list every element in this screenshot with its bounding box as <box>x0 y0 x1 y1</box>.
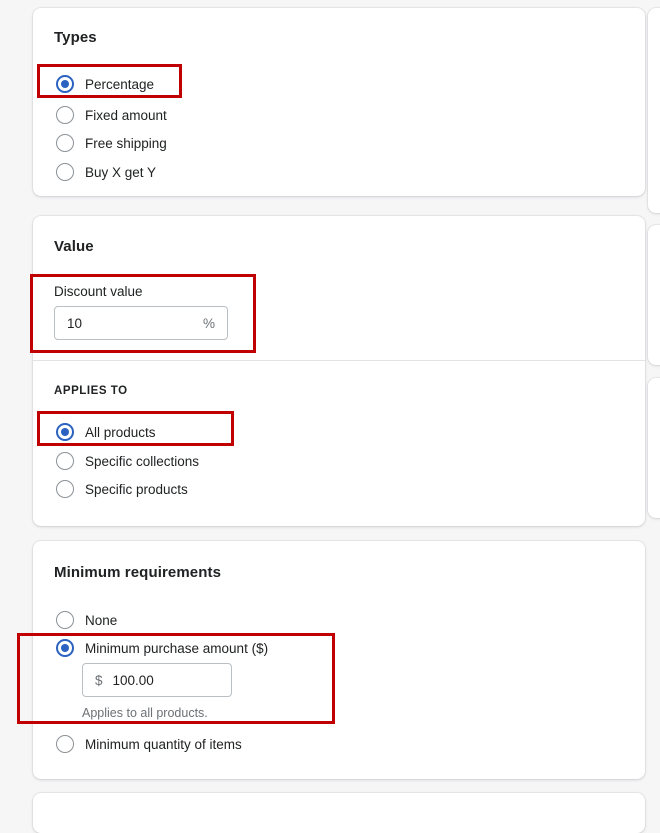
percent-suffix: % <box>202 315 215 331</box>
radio-label-free-shipping: Free shipping <box>85 135 167 151</box>
value-card: Value Discount value 10 % APPLIES TO All… <box>33 216 645 526</box>
radio-icon-selected[interactable] <box>56 75 74 93</box>
radio-icon-unselected[interactable] <box>56 611 74 629</box>
radio-label-none: None <box>85 612 118 628</box>
radio-option-specific-products[interactable]: Specific products <box>56 477 188 501</box>
radio-option-none[interactable]: None <box>56 608 117 632</box>
radio-label-minimum-purchase-amount: Minimum purchase amount ($) <box>85 640 269 656</box>
adjacent-card-top <box>648 8 660 213</box>
minimum-purchase-amount-field[interactable]: $ 100.00 <box>82 663 232 697</box>
applies-to-caption: APPLIES TO <box>54 385 128 397</box>
value-card-title: Value <box>54 238 94 255</box>
types-card-title: Types <box>54 29 97 46</box>
radio-label-buy-x-get-y: Buy X get Y <box>85 164 157 180</box>
radio-icon-unselected[interactable] <box>56 106 74 124</box>
radio-option-specific-collections[interactable]: Specific collections <box>56 449 199 473</box>
minimum-requirements-card-title: Minimum requirements <box>54 564 222 581</box>
currency-prefix: $ <box>95 672 103 688</box>
adjacent-card-bottom <box>648 378 660 518</box>
radio-label-fixed-amount: Fixed amount <box>85 107 167 123</box>
discount-value-field[interactable]: 10 % <box>54 306 228 340</box>
radio-label-percentage: Percentage <box>85 76 155 92</box>
radio-option-all-products[interactable]: All products <box>56 420 156 444</box>
radio-icon-unselected[interactable] <box>56 134 74 152</box>
next-card-partial <box>33 793 645 833</box>
types-card: Types Percentage Fixed amount Free shipp… <box>33 8 645 196</box>
value-card-divider <box>33 360 645 361</box>
radio-icon-selected[interactable] <box>56 423 74 441</box>
minimum-requirements-card: Minimum requirements None Minimum purcha… <box>33 541 645 779</box>
radio-option-buy-x-get-y[interactable]: Buy X get Y <box>56 160 156 184</box>
radio-option-minimum-quantity-of-items[interactable]: Minimum quantity of items <box>56 732 242 756</box>
radio-label-minimum-quantity-of-items: Minimum quantity of items <box>85 736 242 752</box>
radio-option-minimum-purchase-amount[interactable]: Minimum purchase amount ($) <box>56 636 268 660</box>
radio-label-specific-collections: Specific collections <box>85 453 200 469</box>
minimum-purchase-help-text: Applies to all products. <box>82 706 208 720</box>
discount-value-label: Discount value <box>54 284 143 299</box>
radio-label-specific-products: Specific products <box>85 481 188 497</box>
radio-icon-unselected[interactable] <box>56 480 74 498</box>
adjacent-card-middle <box>648 225 660 365</box>
radio-option-percentage[interactable]: Percentage <box>56 72 154 96</box>
minimum-purchase-amount-text: 100.00 <box>112 672 154 688</box>
radio-icon-selected[interactable] <box>56 639 74 657</box>
radio-icon-unselected[interactable] <box>56 735 74 753</box>
radio-icon-unselected[interactable] <box>56 452 74 470</box>
radio-icon-unselected[interactable] <box>56 163 74 181</box>
radio-label-all-products: All products <box>85 424 156 440</box>
discount-value-text: 10 <box>67 315 83 331</box>
radio-option-fixed-amount[interactable]: Fixed amount <box>56 103 167 127</box>
radio-option-free-shipping[interactable]: Free shipping <box>56 131 167 155</box>
discount-settings-page: Types Percentage Fixed amount Free shipp… <box>0 0 660 833</box>
